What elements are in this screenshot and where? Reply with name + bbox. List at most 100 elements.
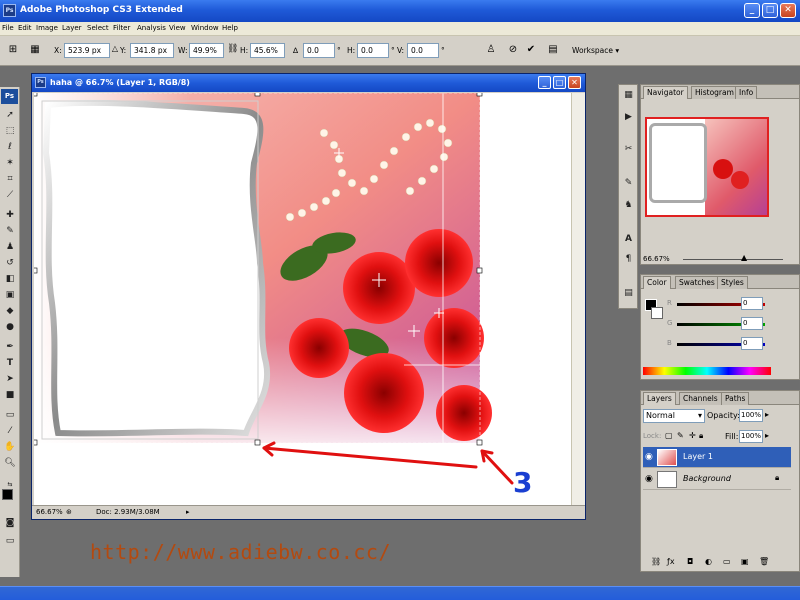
status-menu-arrow-icon[interactable]: ▸ [186,508,190,516]
clone-source-icon[interactable]: ♞ [622,199,635,212]
status-info-icon[interactable]: ⊛ [66,508,72,516]
blur-tool-icon[interactable]: ◆ [3,305,17,317]
blue-value-input[interactable]: 0 [741,337,763,350]
new-group-icon[interactable]: ▭ [723,557,731,566]
layer-mask-icon[interactable]: ◘ [687,557,693,566]
minimize-button[interactable]: _ [744,3,760,18]
new-layer-icon[interactable]: ▣ [741,557,749,566]
color-spectrum-bar[interactable] [643,367,771,375]
menu-image[interactable]: Image [36,24,58,32]
color-background-swatch[interactable] [651,307,663,319]
navigator-preview[interactable] [645,117,769,217]
menu-help[interactable]: Help [222,24,238,32]
menu-window[interactable]: Window [191,24,219,32]
layer-1-name[interactable]: Layer 1 [683,452,713,461]
lock-image-icon[interactable]: ✎ [677,431,684,440]
tab-navigator[interactable]: Navigator [643,86,688,99]
slice-tool-icon[interactable]: ⟋ [3,189,17,201]
palette-icon[interactable]: ▤ [546,44,560,55]
tab-paths[interactable]: Paths [721,392,750,405]
history-brush-icon[interactable]: ↺ [3,257,17,269]
menu-view[interactable]: View [169,24,186,32]
tool-presets-icon[interactable]: ✂ [622,143,635,156]
width-input[interactable]: 49.9% [189,43,224,58]
relative-position-icon[interactable]: △ [111,44,119,53]
clone-stamp-icon[interactable]: ♟ [3,241,17,253]
fill-input[interactable]: 100% [739,430,763,443]
doc-minimize-button[interactable]: _ [538,76,551,89]
magic-wand-tool-icon[interactable]: ✶ [3,157,17,169]
layer-style-icon[interactable]: ƒx [667,557,675,566]
y-position-input[interactable]: 341.8 px [130,43,174,58]
history-panel-icon[interactable]: ▦ [622,89,635,102]
doc-close-button[interactable]: ✕ [568,76,581,89]
pen-tool-icon[interactable]: ✒ [3,341,17,353]
x-position-input[interactable]: 523.9 px [64,43,110,58]
eyedropper-tool-icon[interactable]: ⁄ [3,425,17,437]
menu-filter[interactable]: Filter [113,24,130,32]
fill-dropdown-icon[interactable]: ▸ [765,431,769,440]
reference-grid-icon[interactable]: ▦ [27,44,43,55]
crop-tool-icon[interactable]: ⌗ [3,173,17,185]
tab-layers[interactable]: Layers [643,392,676,405]
path-selection-icon[interactable]: ➤ [3,373,17,385]
zoom-tool-icon[interactable]: 🔍︎ [3,457,17,469]
layer-comps-icon[interactable]: ▤ [622,287,635,300]
background-layer-name[interactable]: Background [683,474,731,483]
opacity-input[interactable]: 100% [739,409,763,422]
actions-panel-icon[interactable]: ▶ [622,111,635,124]
opacity-dropdown-icon[interactable]: ▸ [765,410,769,419]
paragraph-panel-icon[interactable]: ¶ [622,253,635,266]
type-tool-icon[interactable]: T [3,357,17,369]
menu-layer[interactable]: Layer [62,24,82,32]
rotate-input[interactable]: 0.0 [303,43,335,58]
green-value-input[interactable]: 0 [741,317,763,330]
tab-color[interactable]: Color [643,276,671,289]
quick-mask-icon[interactable]: ◙ [3,517,17,529]
link-icon[interactable]: ⛓ [227,44,238,54]
menu-file[interactable]: File [2,24,14,32]
vertical-scrollbar[interactable] [571,93,585,505]
foreground-color-swatch[interactable] [2,489,13,500]
delete-layer-icon[interactable]: 🗑︎ [759,557,769,566]
zoom-level[interactable]: 66.67% [36,508,63,516]
height-input[interactable]: 45.6% [250,43,285,58]
blend-mode-select[interactable]: Normal ▾ [643,409,705,423]
warp-mode-icon[interactable]: ♙ [484,44,498,55]
marquee-tool-icon[interactable]: ⬚ [3,125,17,137]
close-button[interactable]: ✕ [780,3,796,18]
lasso-tool-icon[interactable]: ℓ [3,141,17,153]
notes-tool-icon[interactable]: ▭ [3,409,17,421]
navigator-zoom-slider[interactable] [683,259,783,260]
link-layers-icon[interactable]: ⛓ [651,557,661,566]
gradient-tool-icon[interactable]: ▣ [3,289,17,301]
eye-icon[interactable]: ◉ [645,452,653,462]
vertical-skew-input[interactable]: 0.0 [407,43,439,58]
brush-tool-icon[interactable]: ✎ [3,225,17,237]
lock-position-icon[interactable]: ✛ [689,431,696,440]
doc-maximize-button[interactable]: □ [553,76,566,89]
screen-mode-icon[interactable]: ▭ [3,535,17,547]
lock-transparency-icon[interactable]: ▢ [665,431,673,440]
eraser-tool-icon[interactable]: ◧ [3,273,17,285]
tab-styles[interactable]: Styles [717,276,748,289]
lock-all-icon[interactable]: 🔒︎ [699,431,703,441]
tab-histogram[interactable]: Histogram [691,86,738,99]
commit-transform-icon[interactable]: ✔ [524,44,538,55]
eye-icon[interactable]: ◉ [645,474,653,484]
brushes-panel-icon[interactable]: ✎ [622,177,635,190]
layer-row-layer-1[interactable]: ◉ Layer 1 [643,447,791,468]
menu-edit[interactable]: Edit [18,24,32,32]
canvas-area[interactable] [34,93,571,505]
character-panel-icon[interactable]: A [622,233,635,246]
hand-tool-icon[interactable]: ✋ [3,441,17,453]
zoom-slider-handle-icon[interactable]: ▲ [741,253,747,262]
cancel-transform-icon[interactable]: ⊘ [506,44,520,55]
menu-analysis[interactable]: Analysis [137,24,166,32]
horizontal-skew-input[interactable]: 0.0 [357,43,389,58]
reference-point-icon[interactable]: ⊞ [5,44,21,55]
red-value-input[interactable]: 0 [741,297,763,310]
menu-select[interactable]: Select [87,24,109,32]
shape-tool-icon[interactable]: ■ [3,389,17,401]
tab-info[interactable]: Info [735,86,758,99]
